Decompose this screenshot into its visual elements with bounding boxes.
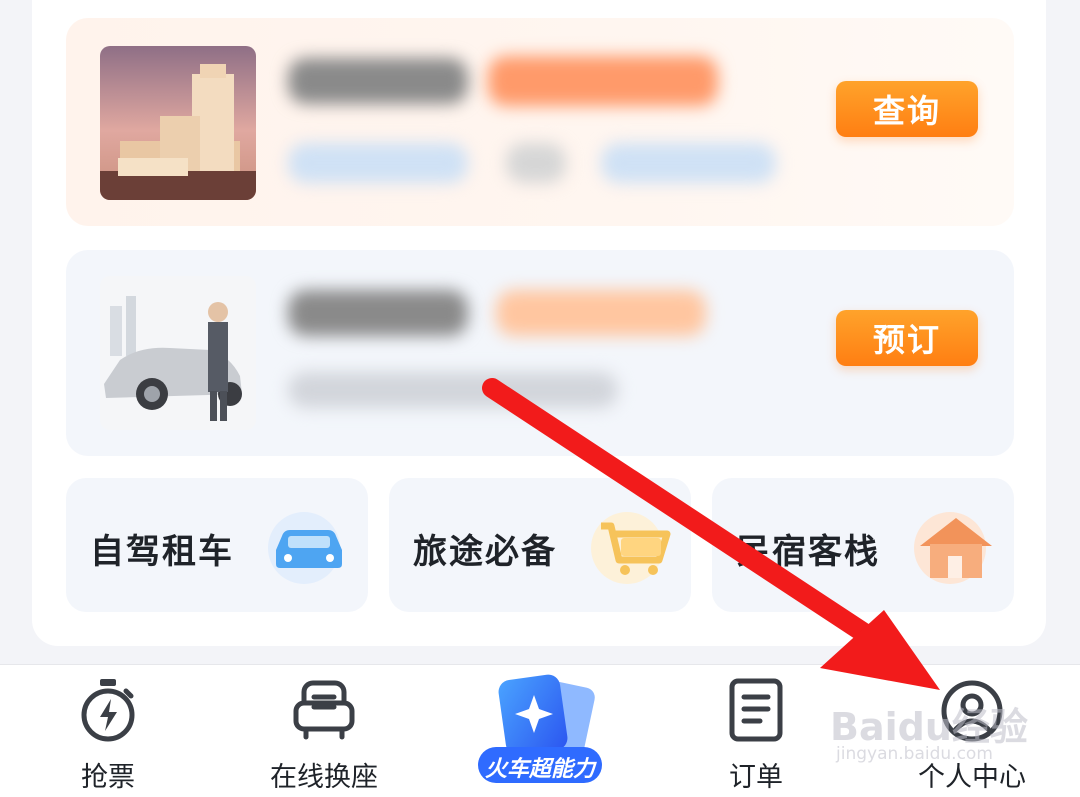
annotation-arrow	[482, 378, 940, 690]
